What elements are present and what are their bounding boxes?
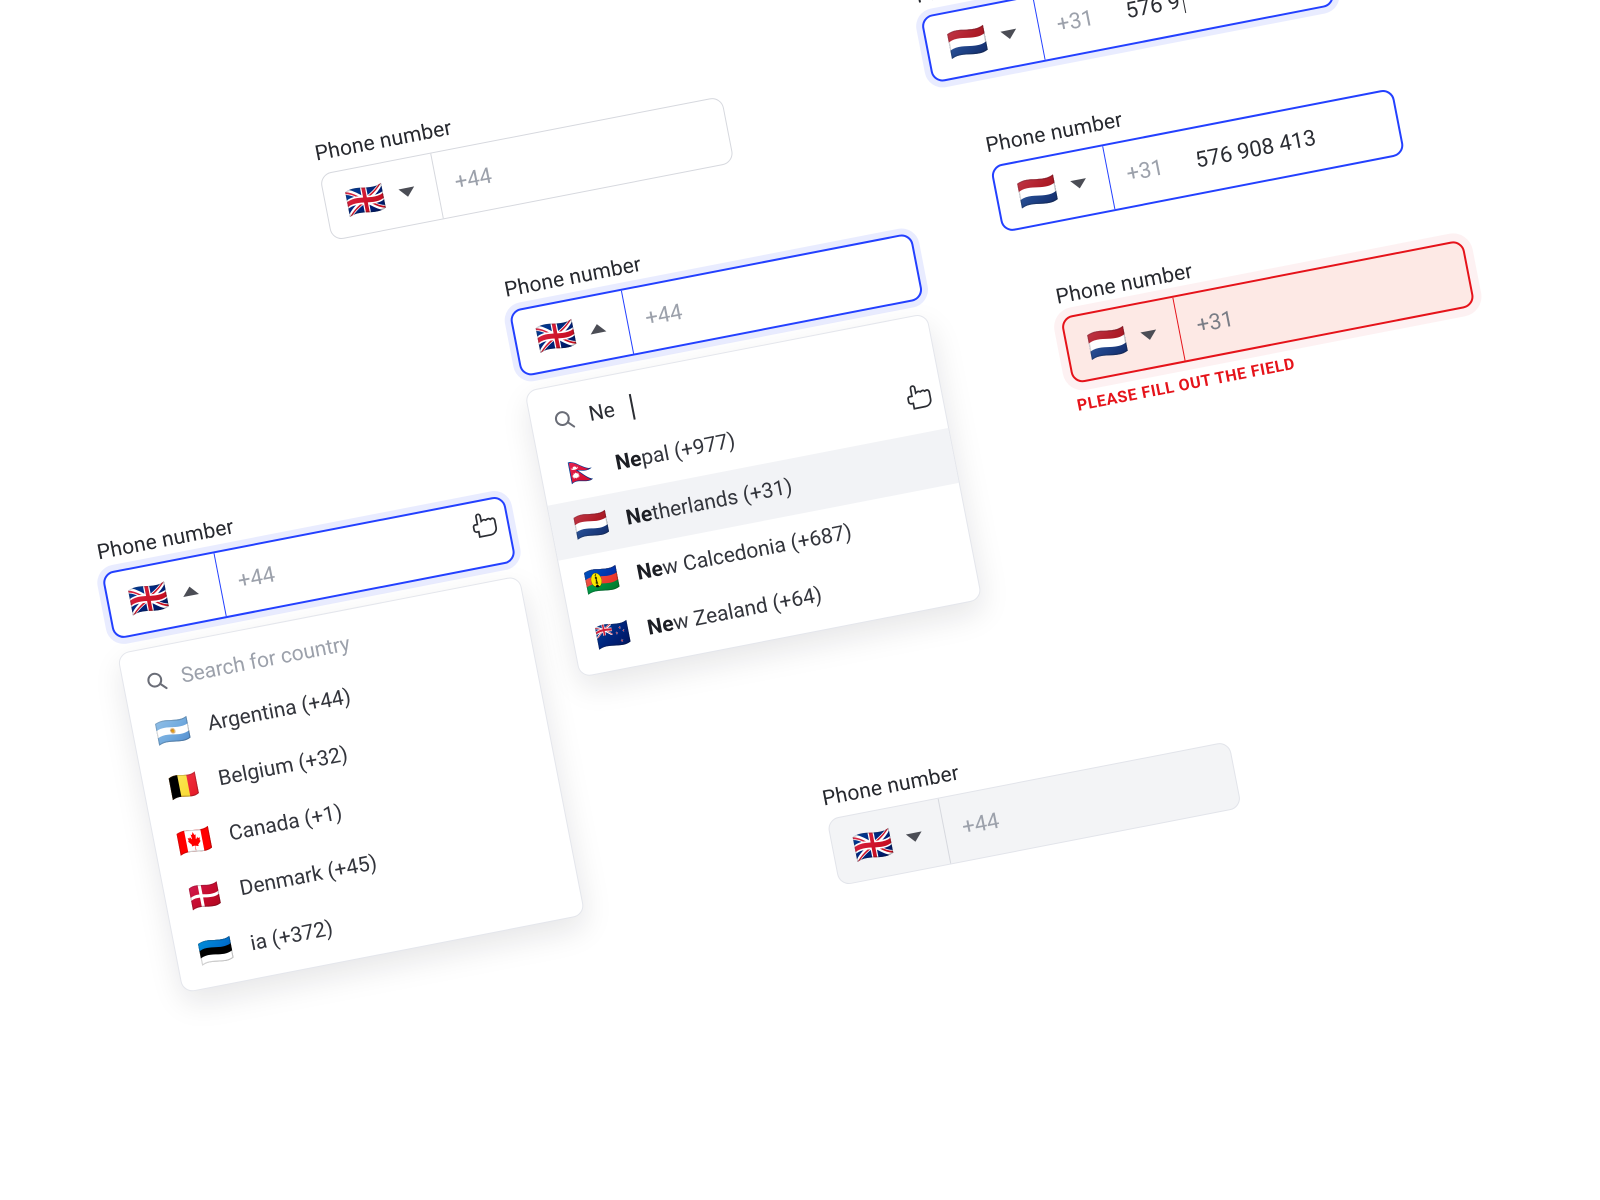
flag-icon: 🇳🇱 (945, 23, 990, 62)
phone-input-error: Phone number 🇳🇱 +31 PLEASE FILL OUT THE … (1054, 208, 1481, 415)
search-query: Ne (587, 398, 617, 427)
country-label: Canada (+1) (227, 801, 344, 846)
flag-icon: 🇳🇨 (583, 564, 623, 598)
chevron-up-icon (181, 585, 198, 597)
dial-code: +44 (214, 539, 299, 616)
chevron-down-icon (1000, 28, 1017, 40)
flag-icon: 🇬🇧 (343, 180, 388, 219)
country-label: Nepal (+977) (613, 429, 737, 476)
chevron-up-icon (589, 322, 606, 334)
country-selector[interactable]: 🇳🇱 (1062, 298, 1185, 382)
dial-code: +44 (622, 277, 707, 354)
country-selector: 🇬🇧 (828, 799, 951, 885)
phone-input-disabled: Phone number 🇬🇧 +44 (820, 710, 1242, 886)
text-cursor-icon (629, 394, 635, 420)
flag-icon: 🇳🇿 (593, 619, 633, 653)
flag-icon: 🇨🇦 (175, 824, 215, 858)
phone-input-open-dropdown: Phone number 🇬🇧 +44 Search for country 🇦… (95, 464, 585, 994)
country-dropdown: Search for country 🇦🇷Argentina (+44)🇧🇪Be… (117, 575, 585, 993)
chevron-down-icon (906, 831, 923, 843)
country-label: ia (+372) (248, 917, 335, 957)
chevron-down-icon (398, 186, 415, 198)
flag-icon: 🇧🇪 (164, 769, 204, 803)
dial-code: +31 (1173, 283, 1258, 360)
flag-icon: 🇦🇷 (153, 714, 193, 748)
search-icon (144, 669, 170, 695)
country-selector[interactable]: 🇬🇧 (511, 291, 634, 375)
country-selector[interactable]: 🇳🇱 (992, 146, 1115, 230)
flag-icon: 🇳🇵 (561, 454, 601, 488)
country-selector[interactable]: 🇳🇱 (922, 0, 1045, 81)
chevron-down-icon (1140, 329, 1157, 341)
flag-icon: 🇳🇱 (1085, 323, 1130, 362)
flag-icon: 🇳🇱 (1015, 172, 1060, 211)
flag-icon: 🇪🇪 (196, 934, 236, 968)
flag-icon: 🇬🇧 (534, 317, 579, 356)
flag-icon: 🇬🇧 (851, 825, 896, 864)
phone-input-filled: Phone number 🇳🇱 +31 576 908 413 (984, 57, 1406, 233)
phone-input-filtering: Phone number 🇬🇧 +44 Ne 🇳🇵Nepal (+977)🇳🇱N… (503, 201, 983, 678)
flag-icon: 🇩🇰 (185, 879, 225, 913)
flag-icon: 🇬🇧 (126, 579, 171, 618)
country-dropdown: Ne 🇳🇵Nepal (+977)🇳🇱Netherlands (+31)🇳🇨Ne… (524, 313, 982, 678)
flag-icon: 🇳🇱 (572, 509, 612, 543)
number-input[interactable]: 576 9 (1106, 0, 1333, 45)
dial-code: +31 (1103, 132, 1188, 209)
phone-input-typing: Phone number 🇳🇱 +31 576 9 (914, 0, 1336, 83)
search-icon (552, 407, 578, 433)
phone-field[interactable]: 🇳🇱 +31 576 9 (920, 0, 1335, 83)
dial-code: +44 (938, 784, 1023, 863)
dial-code: +31 (1033, 0, 1118, 60)
country-label: Belgium (+32) (216, 743, 350, 792)
dial-code: +44 (431, 139, 516, 218)
country-label: Denmark (+45) (238, 851, 379, 901)
country-selector[interactable]: 🇬🇧 (320, 154, 443, 240)
chevron-down-icon (1070, 178, 1087, 190)
country-selector[interactable]: 🇬🇧 (104, 553, 227, 637)
phone-input-default: Phone number 🇬🇧 +44 (313, 65, 735, 241)
